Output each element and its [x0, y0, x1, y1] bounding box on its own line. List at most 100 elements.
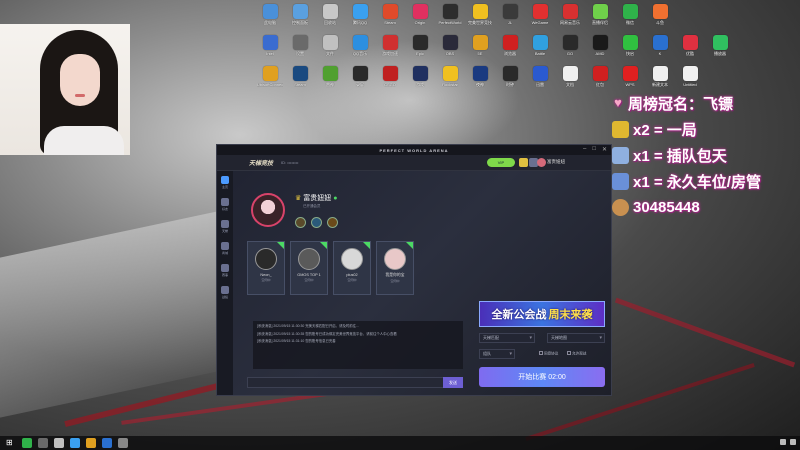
desktop-icon[interactable]: Steam	[288, 64, 312, 95]
taskbar-app-icon[interactable]	[22, 438, 32, 448]
mode-select[interactable]: 天梯匹配	[479, 333, 535, 343]
desktop-icon[interactable]: GO	[558, 33, 582, 64]
network-icon[interactable]	[780, 439, 786, 445]
desktop-icon[interactable]: 完美世界竞技	[468, 2, 492, 33]
chat-input[interactable]	[247, 377, 463, 388]
desktop-icon[interactable]: 迅雷	[528, 64, 552, 95]
desktop-icon[interactable]: 控制面板	[288, 2, 312, 33]
desktop-icon-label: 时钟	[506, 82, 514, 87]
desktop-icon-label: 微信	[626, 20, 634, 25]
desktop-icon[interactable]: 快启	[618, 33, 642, 64]
desktop-icon[interactable]: QQ音乐	[348, 33, 372, 64]
desktop-icon-label: 红包	[596, 82, 604, 87]
desktop-icon[interactable]: 游戏加速	[378, 33, 402, 64]
desktop-icon[interactable]: CSGO	[378, 64, 402, 95]
friends-list: Neon_ 空闲中 GMOS TOP 1 空闲中 plus02 空闲中 我是你的…	[247, 241, 414, 295]
friend-card[interactable]: Neon_ 空闲中	[247, 241, 285, 295]
crown-icon: ♛	[295, 195, 302, 202]
desktop-icon[interactable]: 此电脑	[258, 2, 282, 33]
wallpaper-ribbon	[614, 297, 796, 368]
desktop-icon[interactable]: 文档	[558, 64, 582, 95]
start-match-button[interactable]: 开始比赛 02:00	[479, 367, 605, 387]
desktop-icon[interactable]: OBS	[438, 33, 462, 64]
desktop-icon[interactable]: 斗鱼	[648, 2, 672, 33]
desktop-icon[interactable]: Rockstar	[438, 64, 462, 95]
sidebar-item-home[interactable]: 主页	[217, 171, 233, 193]
taskbar-app-icon[interactable]	[54, 438, 64, 448]
sidebar-item-store[interactable]: 商城	[217, 237, 233, 259]
taskbar-app-icon[interactable]	[118, 438, 128, 448]
app-icon	[442, 35, 458, 50]
desktop-icon[interactable]: 夜神	[468, 64, 492, 95]
minimize-icon[interactable]: –	[583, 146, 586, 153]
send-button[interactable]: 发送	[443, 377, 463, 388]
desktop-icon[interactable]: Epic	[408, 33, 432, 64]
taskbar-app-icon[interactable]	[38, 438, 48, 448]
taskbar-app-icon[interactable]	[102, 438, 112, 448]
medal-badge-icon[interactable]	[311, 217, 322, 228]
desktop-icon[interactable]: 雷神	[318, 64, 342, 95]
taskbar-app-icon[interactable]	[86, 438, 96, 448]
team-select[interactable]: 组队	[479, 349, 515, 359]
spectate-checkbox[interactable]: 允许观战	[567, 351, 586, 357]
close-icon[interactable]: ✕	[602, 146, 607, 153]
app-icon	[472, 35, 488, 50]
map-select[interactable]: 天梯地图	[547, 333, 605, 343]
desktop-icon[interactable]: 5E	[468, 33, 492, 64]
taskbar-app-icon[interactable]	[70, 438, 80, 448]
friend-card[interactable]: GMOS TOP 1 空闲中	[290, 241, 328, 295]
friend-card[interactable]: 我是你的宝 空闲中	[376, 241, 414, 295]
desktop-icon-row: 此电脑 控制面板 回收站 腾讯QQ Steam Origin PerfectWorld 完美世…	[258, 2, 668, 33]
agree-checkbox[interactable]: 同意协议	[539, 351, 558, 357]
desktop-icon[interactable]: 时钟	[498, 64, 522, 95]
desktop-icon[interactable]: 腾讯QQ	[348, 2, 372, 33]
profile-avatar[interactable]	[251, 193, 285, 227]
trophy-icon	[221, 219, 229, 228]
desktop-icon[interactable]: K	[648, 33, 672, 64]
desktop-icon[interactable]: 游戏	[408, 64, 432, 95]
desktop-icon[interactable]: 网易云音乐	[558, 2, 582, 33]
shield-badge-icon[interactable]	[327, 217, 338, 228]
desktop-icon[interactable]: AMD	[588, 33, 612, 64]
guild-war-banner[interactable]: 全新公会战 周末来袭	[479, 301, 605, 327]
desktop-icon-label: 夜神	[476, 82, 484, 87]
desktop-icon-label: CSGO	[384, 82, 396, 87]
desktop-icon-label: 游戏加速	[382, 51, 398, 56]
friend-status: 空闲中	[304, 278, 314, 282]
desktop-icon[interactable]: 直播伴侣	[588, 2, 612, 33]
maximize-icon[interactable]: □	[592, 146, 596, 153]
sidebar-item-events[interactable]: 赛事	[217, 259, 233, 281]
desktop-icon[interactable]: WeGame	[528, 2, 552, 33]
desktop-icon[interactable]: 录屏	[348, 64, 372, 95]
start-icon[interactable]: ⊞	[6, 438, 16, 448]
desktop-icon[interactable]: Intel	[258, 33, 282, 64]
top-username[interactable]: 富贵妞妞	[547, 159, 565, 165]
checkbox-label: 允许观战	[572, 351, 587, 356]
vip-pill[interactable]: VIP	[487, 158, 515, 167]
sidebar-item-stats[interactable]: 战绩	[217, 281, 233, 303]
sidebar-label: 战绩	[221, 294, 228, 299]
desktop-icon[interactable]: PerfectWorld	[438, 2, 462, 33]
desktop-icon[interactable]: JL	[498, 2, 522, 33]
user-avatar[interactable]	[537, 158, 546, 167]
sidebar-item-friends[interactable]: 好友	[217, 193, 233, 215]
desktop-icon[interactable]: 浏览器	[498, 33, 522, 64]
desktop-icon[interactable]: 设置	[288, 33, 312, 64]
overlay-line-4: 30485448	[612, 194, 800, 220]
gift-icon[interactable]	[519, 158, 528, 167]
desktop-icon[interactable]: 文件	[318, 33, 342, 64]
desktop-icon[interactable]: 红包	[588, 64, 612, 95]
sidebar-item-ladder[interactable]: 天梯	[217, 215, 233, 237]
desktop-icon[interactable]: 回收站	[318, 2, 342, 33]
desktop-icon[interactable]: Battle	[528, 33, 552, 64]
rank-badge-icon[interactable]	[295, 217, 306, 228]
volume-icon[interactable]	[790, 439, 796, 445]
desktop-icon[interactable]: 微信	[618, 2, 642, 33]
desktop-icon[interactable]: Steam	[378, 2, 402, 33]
desktop-icon-label: 斗鱼	[656, 20, 664, 25]
desktop-icon[interactable]: 优酷	[678, 33, 702, 64]
friend-card[interactable]: plus02 空闲中	[333, 241, 371, 295]
desktop-icon[interactable]: UbisoftConnect	[257, 64, 283, 95]
desktop-icon[interactable]: 播放器	[708, 33, 732, 64]
desktop-icon[interactable]: Origin	[408, 2, 432, 33]
